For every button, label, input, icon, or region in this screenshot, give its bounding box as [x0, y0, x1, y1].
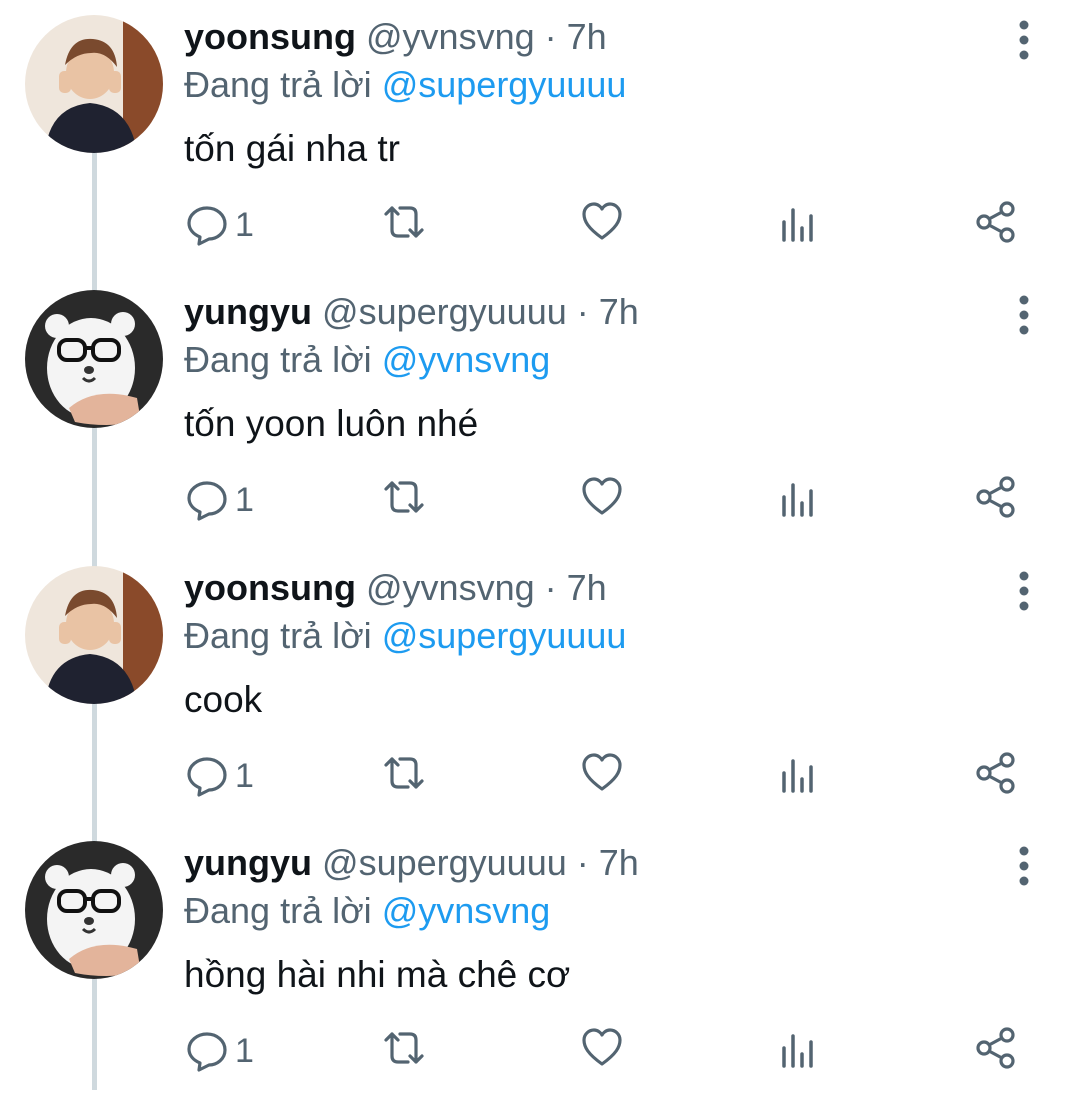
stats-icon	[782, 1034, 813, 1068]
display-name[interactable]: yoonsung	[184, 16, 356, 57]
mention-link[interactable]: @supergyuuuu	[382, 615, 627, 656]
replying-to-label: Đang trả lời	[184, 339, 372, 380]
share-button[interactable]	[975, 1026, 1017, 1076]
reply-icon	[187, 481, 227, 521]
display-name[interactable]: yoonsung	[184, 567, 356, 608]
retweet-button[interactable]	[380, 751, 428, 801]
reply-icon	[187, 1032, 227, 1072]
replying-to-label: Đang trả lời	[184, 615, 372, 656]
like-button[interactable]	[580, 475, 624, 525]
reply-button[interactable]: 1	[185, 475, 275, 525]
stats-icon	[782, 759, 813, 793]
timestamp[interactable]: · 7h	[545, 567, 607, 608]
view-stats-button[interactable]	[780, 200, 816, 250]
replying-to: Đang trả lời @yvnsvng	[184, 335, 550, 385]
heart-icon	[582, 477, 622, 515]
reply-count: 1	[235, 206, 254, 244]
timestamp[interactable]: · 7h	[577, 291, 639, 332]
retweet-button[interactable]	[380, 1026, 428, 1076]
handle[interactable]: @supergyuuuu	[322, 842, 567, 883]
avatar[interactable]	[25, 290, 163, 428]
avatar[interactable]	[25, 15, 163, 153]
reply-count: 1	[235, 1032, 254, 1070]
share-button[interactable]	[975, 200, 1017, 250]
more-vertical-icon[interactable]	[1010, 844, 1038, 888]
share-button[interactable]	[975, 475, 1017, 525]
reply-icon	[187, 757, 227, 797]
tweet[interactable]: yungyu @supergyuuuu · 7h Đang trả lời @y…	[0, 826, 1080, 1101]
share-icon	[976, 201, 1015, 243]
reply-count: 1	[235, 757, 254, 795]
share-icon	[976, 752, 1015, 794]
handle[interactable]: @yvnsvng	[366, 16, 535, 57]
more-vertical-icon[interactable]	[1010, 569, 1038, 613]
share-button[interactable]	[975, 751, 1017, 801]
tweet[interactable]: yungyu @supergyuuuu · 7h Đang trả lời @y…	[0, 275, 1080, 550]
retweet-button[interactable]	[380, 200, 428, 250]
handle[interactable]: @supergyuuuu	[322, 291, 567, 332]
view-stats-button[interactable]	[780, 1026, 816, 1076]
replying-to: Đang trả lời @supergyuuuu	[184, 60, 626, 110]
share-icon	[976, 476, 1015, 518]
avatar-photo-yoonsung	[25, 566, 163, 704]
retweet-icon	[384, 1032, 424, 1064]
avatar-photo-yoonsung	[25, 15, 163, 153]
reply-count: 1	[235, 481, 254, 519]
like-button[interactable]	[580, 200, 624, 250]
tweet[interactable]: yoonsung @yvnsvng · 7h Đang trả lời @sup…	[0, 551, 1080, 826]
mention-link[interactable]: @yvnsvng	[382, 890, 551, 931]
like-button[interactable]	[580, 751, 624, 801]
replying-to: Đang trả lời @supergyuuuu	[184, 611, 626, 661]
handle[interactable]: @yvnsvng	[366, 567, 535, 608]
timestamp[interactable]: · 7h	[545, 16, 607, 57]
like-button[interactable]	[580, 1026, 624, 1076]
mention-link[interactable]: @yvnsvng	[382, 339, 551, 380]
tweet-text: hồng hài nhi mà chê cơ	[184, 954, 571, 995]
view-stats-button[interactable]	[780, 751, 816, 801]
tweet-header: yoonsung @yvnsvng · 7h	[184, 12, 607, 62]
retweet-icon	[384, 481, 424, 513]
avatar[interactable]	[25, 566, 163, 704]
share-icon	[976, 1027, 1015, 1069]
replying-to-label: Đang trả lời	[184, 64, 372, 105]
reply-button[interactable]: 1	[185, 751, 275, 801]
tweet-header: yungyu @supergyuuuu · 7h	[184, 287, 639, 337]
reply-icon	[187, 206, 227, 246]
tweet-text: tốn gái nha tr	[184, 128, 400, 169]
stats-icon	[782, 208, 813, 242]
stats-icon	[782, 483, 813, 517]
mention-link[interactable]: @supergyuuuu	[382, 64, 627, 105]
heart-icon	[582, 1028, 622, 1066]
heart-icon	[582, 753, 622, 791]
tweet[interactable]: yoonsung @yvnsvng · 7h Đang trả lời @sup…	[0, 0, 1080, 275]
timestamp[interactable]: · 7h	[577, 842, 639, 883]
tweet-text: cook	[184, 679, 263, 720]
display-name[interactable]: yungyu	[184, 842, 312, 883]
replying-to: Đang trả lời @yvnsvng	[184, 886, 550, 936]
tweet-text: tốn yoon luôn nhé	[184, 403, 479, 444]
display-name[interactable]: yungyu	[184, 291, 312, 332]
avatar-photo-yungyu	[25, 290, 163, 428]
retweet-button[interactable]	[380, 475, 428, 525]
tweet-header: yungyu @supergyuuuu · 7h	[184, 838, 639, 888]
retweet-icon	[384, 206, 424, 238]
replying-to-label: Đang trả lời	[184, 890, 372, 931]
avatar[interactable]	[25, 841, 163, 979]
heart-icon	[582, 202, 622, 240]
view-stats-button[interactable]	[780, 475, 816, 525]
reply-button[interactable]: 1	[185, 200, 275, 250]
more-vertical-icon[interactable]	[1010, 18, 1038, 62]
tweet-header: yoonsung @yvnsvng · 7h	[184, 563, 607, 613]
reply-button[interactable]: 1	[185, 1026, 275, 1076]
more-vertical-icon[interactable]	[1010, 293, 1038, 337]
avatar-photo-yungyu	[25, 841, 163, 979]
retweet-icon	[384, 757, 424, 789]
